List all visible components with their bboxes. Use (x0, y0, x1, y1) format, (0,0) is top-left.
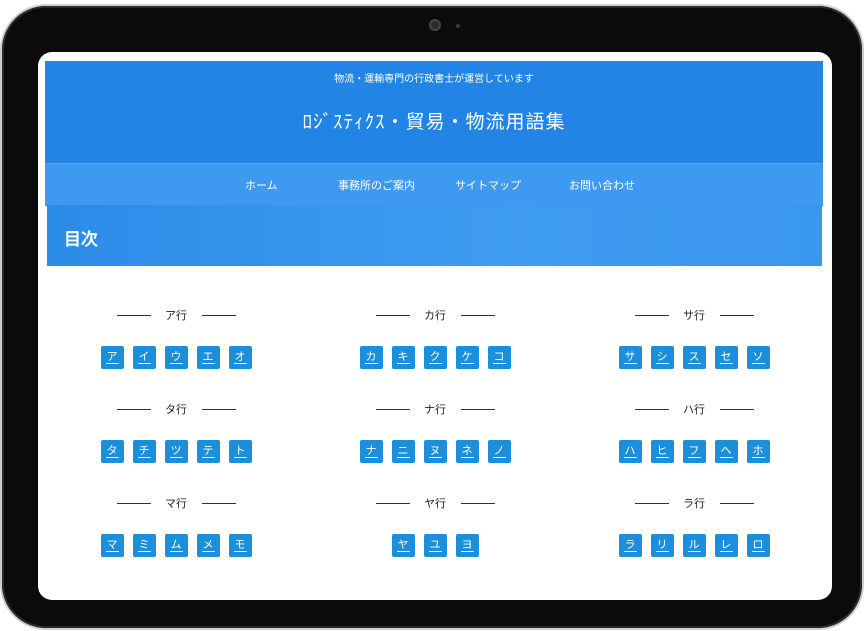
kana-group-ta: タ行 タチツテト (86, 401, 266, 477)
camera-icon (429, 19, 441, 31)
kana-key[interactable]: ム (164, 534, 188, 557)
kana-key[interactable]: オ (228, 346, 252, 369)
kana-key[interactable]: タ (100, 440, 124, 463)
kana-key[interactable]: ナ (359, 440, 383, 463)
kana-keys: ハヒフヘホ (604, 440, 784, 463)
kana-keys: カキクケコ (345, 346, 525, 369)
kana-keys: ナニヌネノ (345, 440, 525, 463)
kana-key[interactable]: シ (650, 346, 674, 369)
kana-key[interactable]: カ (359, 346, 383, 369)
divider (461, 409, 495, 410)
kana-key[interactable]: ヌ (423, 440, 447, 463)
kana-key[interactable]: ケ (455, 346, 479, 369)
group-label: ア行 (165, 309, 187, 322)
kana-key[interactable]: テ (196, 440, 220, 463)
kana-key[interactable]: フ (682, 440, 706, 463)
group-label: カ行 (424, 309, 446, 322)
kana-key[interactable]: ユ (423, 534, 447, 557)
kana-key[interactable]: ス (682, 346, 706, 369)
kana-key[interactable]: リ (650, 534, 674, 557)
kana-key[interactable]: キ (391, 346, 415, 369)
kana-key[interactable]: メ (196, 534, 220, 557)
kana-group-ka: カ行 カキクケコ (345, 307, 525, 383)
kana-key[interactable]: ノ (487, 440, 511, 463)
nav-home[interactable]: ホーム (245, 177, 278, 193)
group-label: ナ行 (424, 403, 446, 416)
toc-title: 目次 (64, 230, 98, 250)
kana-keys: ヤユヨ (345, 534, 525, 557)
kana-keys: タチツテト (86, 440, 266, 463)
group-label: タ行 (165, 403, 187, 416)
kana-group-na: ナ行 ナニヌネノ (345, 401, 525, 477)
kana-key[interactable]: チ (132, 440, 156, 463)
kana-key[interactable]: ト (228, 440, 252, 463)
kana-key[interactable]: ロ (746, 534, 770, 557)
kana-group-ya: ヤ行 ヤユヨ (345, 495, 525, 571)
nav-contact[interactable]: お問い合わせ (569, 177, 635, 193)
kana-key[interactable]: ニ (391, 440, 415, 463)
sensor-icon (456, 24, 460, 28)
screen: 物流・運輸専門の行政書士が運営しています ﾛｼﾞｽﾃｨｸｽ・貿易・物流用語集 ホ… (38, 52, 832, 600)
divider (202, 409, 236, 410)
kana-group-ma: マ行 マミムメモ (86, 495, 266, 571)
kana-key[interactable]: ヨ (455, 534, 479, 557)
kana-key[interactable]: ウ (164, 346, 188, 369)
kana-key[interactable]: エ (196, 346, 220, 369)
tablet-frame: 物流・運輸専門の行政書士が運営しています ﾛｼﾞｽﾃｨｸｽ・貿易・物流用語集 ホ… (2, 6, 862, 628)
site-title[interactable]: ﾛｼﾞｽﾃｨｸｽ・貿易・物流用語集 (45, 107, 823, 134)
kana-key[interactable]: ヤ (391, 534, 415, 557)
kana-keys: ラリルレロ (604, 534, 784, 557)
kana-key[interactable]: ル (682, 534, 706, 557)
kana-key[interactable]: ヒ (650, 440, 674, 463)
kana-group-a: ア行 アイウエオ (86, 307, 266, 383)
kana-keys: サシスセソ (604, 346, 784, 369)
kana-keys: マミムメモ (86, 534, 266, 557)
kana-key[interactable]: セ (714, 346, 738, 369)
kana-group-ra: ラ行 ラリルレロ (604, 495, 784, 571)
site-header: 物流・運輸専門の行政書士が運営しています ﾛｼﾞｽﾃｨｸｽ・貿易・物流用語集 (45, 61, 823, 163)
kana-key[interactable]: ヘ (714, 440, 738, 463)
group-label: マ行 (165, 497, 187, 510)
divider (202, 503, 236, 504)
divider (720, 409, 754, 410)
kana-key[interactable]: ホ (746, 440, 770, 463)
kana-key[interactable]: レ (714, 534, 738, 557)
kana-keys: アイウエオ (86, 346, 266, 369)
group-label: サ行 (683, 309, 705, 322)
kana-key[interactable]: ソ (746, 346, 770, 369)
divider (202, 315, 236, 316)
divider (720, 315, 754, 316)
nav-sitemap[interactable]: サイトマップ (455, 177, 521, 193)
kana-key[interactable]: マ (100, 534, 124, 557)
divider (461, 503, 495, 504)
main-nav: ホーム 事務所のご案内 サイトマップ お問い合わせ (45, 163, 823, 206)
kana-key[interactable]: ラ (618, 534, 642, 557)
kana-key[interactable]: モ (228, 534, 252, 557)
kana-key[interactable]: ア (100, 346, 124, 369)
kana-group-ha: ハ行 ハヒフヘホ (604, 401, 784, 477)
kana-key[interactable]: イ (132, 346, 156, 369)
toc-banner: 目次 (47, 205, 822, 266)
kana-key[interactable]: ツ (164, 440, 188, 463)
kana-key[interactable]: ク (423, 346, 447, 369)
kana-key[interactable]: コ (487, 346, 511, 369)
group-label: ハ行 (683, 403, 705, 416)
kana-key[interactable]: ネ (455, 440, 479, 463)
group-label: ヤ行 (424, 497, 446, 510)
kana-group-sa: サ行 サシスセソ (604, 307, 784, 383)
kana-key[interactable]: ハ (618, 440, 642, 463)
nav-office-info[interactable]: 事務所のご案内 (338, 177, 415, 193)
site-tagline: 物流・運輸専門の行政書士が運営しています (334, 74, 534, 85)
divider (720, 503, 754, 504)
kana-key[interactable]: サ (618, 346, 642, 369)
group-label: ラ行 (683, 497, 705, 510)
kana-key[interactable]: ミ (132, 534, 156, 557)
divider (461, 315, 495, 316)
